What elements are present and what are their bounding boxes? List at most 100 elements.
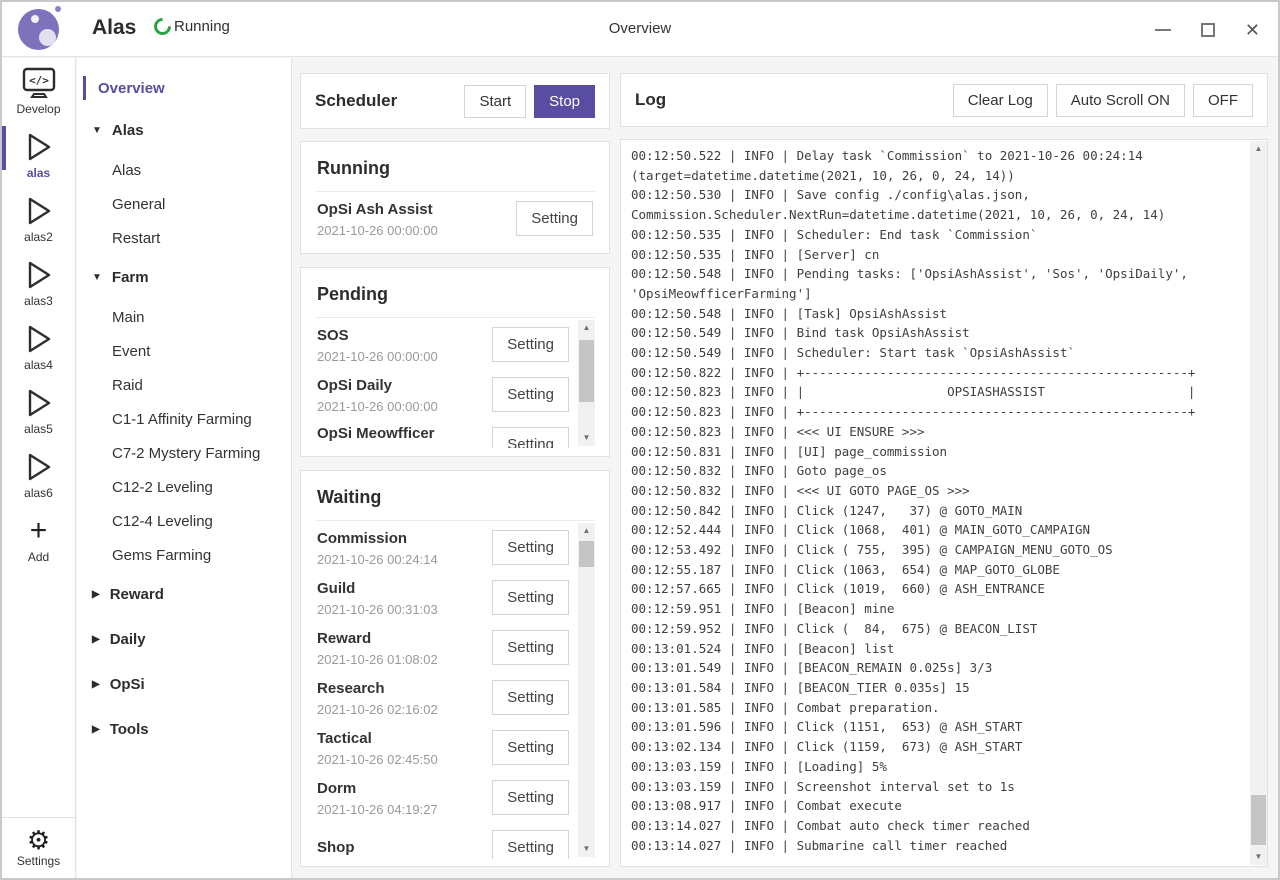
scheduler-card: Scheduler Start Stop [300, 73, 610, 129]
nav-item-overview[interactable]: Overview [77, 68, 291, 108]
setting-button[interactable]: Setting [492, 580, 569, 615]
sidebar-item-settings[interactable]: ⚙ Settings [2, 817, 75, 878]
rail-item-label: Develop [2, 102, 75, 116]
scroll-down-icon[interactable]: ▼ [578, 430, 595, 446]
task-name: OpSi Meowfficer Farming [317, 423, 492, 448]
sidebar-item-alas6[interactable]: alas6 [2, 442, 75, 506]
sidebar-item-add[interactable]: +Add [2, 506, 75, 570]
nav-item-label: Raid [112, 377, 143, 394]
sidebar-item-develop[interactable]: </>Develop [2, 58, 75, 122]
play-icon [2, 130, 75, 164]
log-header-card: Log Clear Log Auto Scroll ON OFF [620, 73, 1268, 127]
nav-group-opsi[interactable]: ▶ OpSi [77, 662, 291, 707]
log-line: 00:12:50.548 | INFO | [Task] OpsiAshAssi… [631, 304, 1250, 324]
scroll-thumb[interactable] [1251, 795, 1266, 845]
scheduler-title: Scheduler [315, 91, 397, 111]
task-row: Reward2021-10-26 01:08:02Setting [315, 621, 595, 671]
setting-button[interactable]: Setting [492, 530, 569, 565]
titlebar: Alas Running Overview ✕ [2, 2, 1278, 57]
nav-item-label: General [112, 196, 165, 213]
nav-item-label: OpSi [110, 676, 145, 693]
setting-button[interactable]: Setting [492, 680, 569, 715]
nav-item-event[interactable]: Event [77, 334, 291, 368]
nav-item-c7-2-mystery-farming[interactable]: C7-2 Mystery Farming [77, 436, 291, 470]
scroll-down-icon[interactable]: ▼ [1250, 849, 1267, 865]
task-time: 2021-10-26 00:00:00 [317, 399, 492, 414]
play-icon [2, 386, 75, 420]
log-line: 00:12:50.822 | INFO | +-----------------… [631, 363, 1250, 383]
scroll-up-icon[interactable]: ▲ [578, 523, 595, 539]
chevron-right-icon: ▶ [92, 724, 100, 735]
log-line: 00:12:50.823 | INFO | +-----------------… [631, 402, 1250, 422]
nav-item-c12-4-leveling[interactable]: C12-4 Leveling [77, 504, 291, 538]
nav-item-label: Reward [110, 586, 164, 603]
chevron-right-icon: ▶ [92, 679, 100, 690]
nav-item-label: Overview [98, 80, 165, 97]
task-row: OpSi Daily 2021-10-26 00:00:00Setting [315, 368, 595, 418]
nav-item-label: Gems Farming [112, 547, 211, 564]
nav-item-c12-2-leveling[interactable]: C12-2 Leveling [77, 470, 291, 504]
nav-item-label: Daily [110, 631, 146, 648]
setting-button[interactable]: Setting [492, 327, 569, 362]
setting-button[interactable]: Setting [492, 427, 569, 449]
log-title: Log [635, 90, 666, 110]
app-logo-icon [18, 9, 59, 50]
waiting-card: Waiting Commission2021-10-26 00:24:14Set… [300, 470, 610, 867]
auto-scroll-button[interactable]: Auto Scroll ON [1056, 84, 1185, 117]
setting-button[interactable]: Setting [492, 730, 569, 765]
task-name: SOS [317, 325, 492, 346]
scroll-up-icon[interactable]: ▲ [1250, 141, 1267, 157]
nav-item-main[interactable]: Main [77, 300, 291, 334]
log-line: 00:13:08.917 | INFO | Combat execute [631, 796, 1250, 816]
sidebar-item-alas2[interactable]: alas2 [2, 186, 75, 250]
nav-item-label: Event [112, 343, 150, 360]
nav-group-reward[interactable]: ▶ Reward [77, 572, 291, 617]
chevron-right-icon: ▶ [92, 589, 100, 600]
task-name: Tactical [317, 728, 492, 749]
task-name: Guild [317, 578, 492, 599]
nav-item-general[interactable]: General [77, 187, 291, 221]
start-button[interactable]: Start [464, 85, 526, 118]
scroll-thumb[interactable] [579, 340, 594, 402]
nav-item-c1-1-affinity-farming[interactable]: C1-1 Affinity Farming [77, 402, 291, 436]
sidebar-item-alas5[interactable]: alas5 [2, 378, 75, 442]
nav-group-farm[interactable]: ▼Farm [77, 255, 291, 300]
sidebar-item-alas4[interactable]: alas4 [2, 314, 75, 378]
clear-log-button[interactable]: Clear Log [953, 84, 1048, 117]
setting-button[interactable]: Setting [492, 830, 569, 860]
gear-icon: ⚙ [2, 826, 75, 854]
waiting-scrollbar[interactable]: ▲ ▼ [578, 523, 595, 857]
maximize-button[interactable] [1201, 23, 1215, 37]
scroll-thumb[interactable] [579, 541, 594, 567]
nav-group-daily[interactable]: ▶Daily [77, 617, 291, 662]
setting-button[interactable]: Setting [492, 377, 569, 412]
auto-scroll-off-button[interactable]: OFF [1193, 84, 1253, 117]
running-card: Running OpSi Ash Assist2021-10-26 00:00:… [300, 141, 610, 254]
scroll-down-icon[interactable]: ▼ [578, 841, 595, 857]
play-icon [2, 194, 75, 228]
setting-button[interactable]: Setting [492, 630, 569, 665]
task-row: Dorm2021-10-26 04:19:27Setting [315, 771, 595, 821]
pending-scrollbar[interactable]: ▲ ▼ [578, 320, 595, 446]
close-button[interactable]: ✕ [1245, 21, 1260, 39]
nav-item-raid[interactable]: Raid [77, 368, 291, 402]
nav-item-restart[interactable]: Restart [77, 221, 291, 255]
sidebar-item-alas3[interactable]: alas3 [2, 250, 75, 314]
nav-item-alas[interactable]: Alas [77, 153, 291, 187]
log-line: Commission.Scheduler.NextRun=datetime.da… [631, 205, 1250, 225]
minimize-button[interactable] [1155, 29, 1171, 31]
nav-group-alas[interactable]: ▼Alas [77, 108, 291, 153]
task-name: Reward [317, 628, 492, 649]
scroll-up-icon[interactable]: ▲ [578, 320, 595, 336]
stop-button[interactable]: Stop [534, 85, 595, 118]
nav-item-gems-farming[interactable]: Gems Farming [77, 538, 291, 572]
setting-button[interactable]: Setting [492, 780, 569, 815]
log-scrollbar[interactable]: ▲ ▼ [1250, 141, 1267, 865]
nav-group-tools[interactable]: ▶Tools [77, 707, 291, 752]
log-line: 00:13:01.549 | INFO | [BEACON_REMAIN 0.0… [631, 658, 1250, 678]
task-row: ShopSetting [315, 821, 595, 859]
rail-item-label: alas2 [2, 230, 75, 244]
task-name: OpSi Daily [317, 375, 492, 396]
sidebar-item-alas[interactable]: alas [2, 122, 75, 186]
setting-button[interactable]: Setting [516, 201, 593, 236]
